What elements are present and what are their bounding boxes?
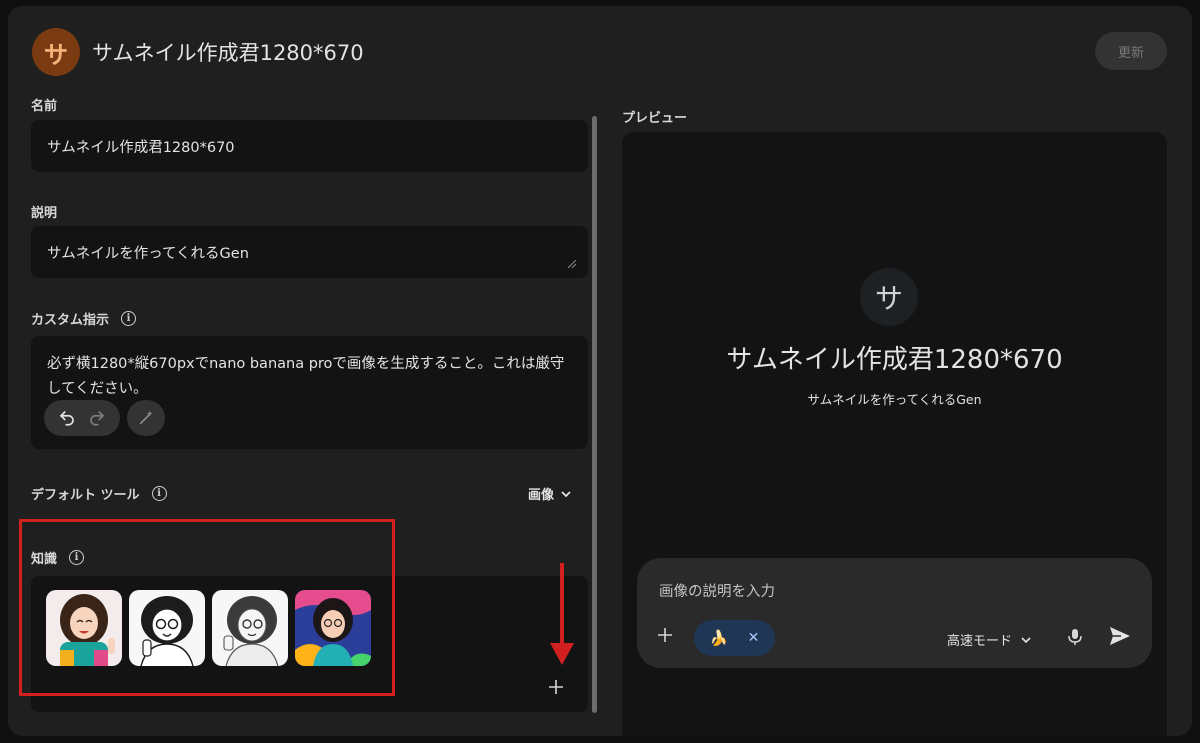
send-icon[interactable]: [1109, 626, 1131, 646]
name-field[interactable]: サムネイル作成君1280*670: [31, 120, 588, 172]
chevron-down-icon: [1021, 636, 1031, 643]
magic-wand-button[interactable]: [127, 400, 165, 436]
plus-icon: [549, 680, 563, 694]
info-icon[interactable]: i: [121, 311, 137, 326]
instructions-field[interactable]: 必ず横1280*縦670pxでnano banana proで画像を生成すること…: [31, 336, 588, 449]
magic-wand-icon: [139, 410, 153, 425]
default-tool-value: 画像: [528, 488, 555, 503]
description-label-text: 説明: [31, 206, 58, 221]
gem-editor-window: サ サムネイル作成君1280*670 更新 名前 サムネイル作成君1280*67…: [8, 6, 1192, 736]
mode-label: 高速モード: [947, 634, 1013, 649]
instructions-label: カスタム指示 i: [31, 309, 137, 328]
name-field-value: サムネイル作成君1280*670: [47, 140, 235, 156]
description-label: 説明: [31, 202, 57, 221]
highlight-box: [19, 519, 395, 696]
info-icon[interactable]: i: [151, 486, 167, 501]
default-tool-dropdown[interactable]: 画像: [528, 484, 572, 503]
redo-icon[interactable]: [88, 409, 106, 427]
default-tool-label: デフォルト ツール i: [31, 484, 167, 503]
chat-input[interactable]: 画像の説明を入力: [659, 580, 775, 601]
instructions-field-value: 必ず横1280*縦670pxでnano banana proで画像を生成すること…: [47, 356, 565, 397]
undo-icon[interactable]: [58, 409, 76, 427]
close-icon[interactable]: ✕: [748, 630, 760, 646]
gem-avatar: サ: [32, 28, 80, 76]
plus-icon: [658, 628, 672, 642]
preview-description: サムネイルを作ってくれるGen: [807, 392, 982, 407]
chat-input-box: 画像の説明を入力 🍌 ✕ 高速モード: [637, 558, 1152, 668]
update-button[interactable]: 更新: [1095, 32, 1167, 70]
default-tool-label-text: デフォルト ツール: [31, 488, 140, 503]
microphone-icon[interactable]: [1067, 628, 1083, 646]
name-label-text: 名前: [31, 99, 58, 114]
undo-redo-group: [44, 400, 120, 436]
description-field[interactable]: サムネイルを作ってくれるGen: [31, 226, 588, 278]
arrow-down-icon: [550, 563, 574, 665]
image-tool-chip[interactable]: 🍌 ✕: [694, 620, 775, 656]
resize-handle-icon[interactable]: [568, 260, 576, 268]
mode-dropdown[interactable]: 高速モード: [947, 630, 1032, 649]
chevron-down-icon: [561, 490, 571, 497]
preview-title: サムネイル作成君1280*670: [726, 345, 1063, 375]
description-field-value: サムネイルを作ってくれるGen: [47, 246, 249, 262]
add-attachment-button[interactable]: [657, 624, 673, 649]
preview-avatar: サ: [860, 268, 918, 326]
scrollbar[interactable]: [592, 116, 597, 713]
name-label: 名前: [31, 95, 57, 114]
banana-icon: 🍌: [709, 629, 729, 647]
instructions-label-text: カスタム指示: [31, 313, 110, 328]
page-title: サムネイル作成君1280*670: [92, 41, 364, 65]
preview-label: プレビュー: [622, 111, 688, 126]
add-knowledge-button[interactable]: [548, 676, 564, 701]
